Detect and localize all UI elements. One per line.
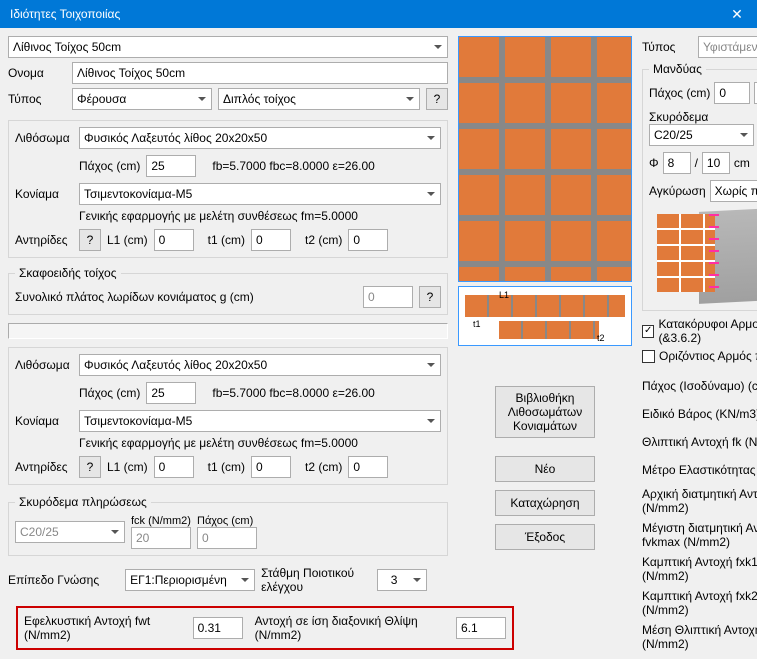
p9-label: Μέση Θλιπτική Αντοχή fm (N/mm2): [642, 623, 757, 651]
mortar-note-1: Γενικής εφαρμογής με μελέτη συνθέσεως fm…: [79, 209, 358, 223]
plan-L1-label: L1: [499, 290, 509, 300]
phi-label: Φ: [649, 156, 659, 170]
type-select[interactable]: [72, 88, 212, 110]
j-thk-input[interactable]: [714, 82, 750, 104]
quality-label: Στάθμη Ποιοτικού ελέγχου: [261, 566, 371, 594]
anchor-label: Αγκύρωση: [649, 184, 706, 198]
chk-horizontal-joint[interactable]: Οριζόντιος Αρμός πάχους >15 mm: [642, 349, 757, 363]
phi-input[interactable]: [663, 152, 691, 174]
strut-help-2[interactable]: ?: [79, 456, 101, 478]
t1-label-1: t1 (cm): [208, 233, 245, 247]
save-button[interactable]: Καταχώρηση: [495, 490, 595, 516]
l1-input-2[interactable]: [154, 456, 194, 478]
skaf-input: [363, 286, 413, 308]
l1-label-2: L1 (cm): [107, 460, 148, 474]
p5-label: Αρχική διατμητική Αντοχή fvk0 (N/mm2): [642, 487, 757, 515]
separator: [8, 323, 448, 339]
mortar-note-2: Γενικής εφαρμογής με μελέτη συνθέσεως fm…: [79, 436, 358, 450]
skaf-help[interactable]: ?: [419, 286, 441, 308]
name-input[interactable]: [72, 62, 448, 84]
strut-label-2: Αντηρίδες: [15, 460, 73, 474]
jacket-title: Μανδύας: [649, 62, 706, 76]
skaf-label: Συνολικό πλάτος λωρίδων κονιάματος g (cm…: [15, 290, 357, 304]
fwt-label: Εφελκυστική Αντοχή fwt (N/mm2): [24, 614, 181, 642]
fill-thk-input: [197, 527, 257, 549]
thick-label-2: Πάχος (cm): [79, 386, 140, 400]
quality-select[interactable]: [377, 569, 427, 591]
strut-label-1: Αντηρίδες: [15, 233, 73, 247]
thick-label-1: Πάχος (cm): [79, 159, 140, 173]
mortar-label-2: Κονίαμα: [15, 414, 73, 428]
lith-select-2[interactable]: [79, 354, 441, 376]
p7-label: Καμπτική Αντοχή fxk1 (N/mm2): [642, 555, 757, 583]
l1-label-1: L1 (cm): [107, 233, 148, 247]
help-wallmode-button[interactable]: ?: [426, 88, 448, 110]
p2-label: Ειδικό Βάρος (KN/m3): [642, 407, 757, 421]
fb-note-1: fb=5.7000 fbc=8.0000 ε=26.00: [212, 159, 375, 173]
title-bar: Ιδιότητες Τοιχοποιίας ✕: [0, 0, 757, 28]
l1-input-1[interactable]: [154, 229, 194, 251]
knowledge-label: Επίπεδο Γνώσης: [8, 573, 99, 587]
strut-help-1[interactable]: ?: [79, 229, 101, 251]
knowledge-select[interactable]: [125, 569, 255, 591]
window-title: Ιδιότητες Τοιχοποιίας: [10, 0, 120, 28]
r-type-label: Τύπος: [642, 40, 692, 54]
slash: /: [695, 156, 698, 170]
new-button[interactable]: Νέο: [495, 456, 595, 482]
type-label: Τύπος: [8, 92, 66, 106]
wallmode-select[interactable]: [218, 88, 420, 110]
j-conc-label: Σκυρόδεμα: [649, 110, 754, 124]
t2-input-1[interactable]: [348, 229, 388, 251]
skaf-title: Σκαφοειδής τοίχος: [15, 266, 121, 280]
cm-label: cm: [734, 156, 750, 170]
lith-label-2: Λιθόσωμα: [15, 358, 73, 372]
wall-select[interactable]: [8, 36, 448, 58]
j-conc-select[interactable]: [649, 124, 754, 146]
fb-note-2: fb=5.7000 fbc=8.0000 ε=26.00: [212, 386, 375, 400]
biax-label: Αντοχή σε ίση διαξονική Θλίψη (N/mm2): [255, 614, 444, 642]
fill-conc-select: [15, 521, 125, 543]
results-panel: Εφελκυστική Αντοχή fwt (N/mm2) Αντοχή σε…: [16, 606, 514, 650]
p8-label: Καμπτική Αντοχή fxk2 (N/mm2): [642, 589, 757, 617]
thick-input-1[interactable]: [146, 155, 196, 177]
fwt-input[interactable]: [193, 617, 243, 639]
fill-fck-label: fck (N/mm2): [131, 515, 191, 527]
j-thk-label: Πάχος (cm): [649, 86, 710, 100]
t2-label-1: t2 (cm): [305, 233, 342, 247]
lith-label: Λιθόσωμα: [15, 131, 73, 145]
plan-t1-label: t1: [473, 319, 481, 329]
fill-thk-label: Πάχος (cm): [197, 515, 257, 527]
t1-label-2: t1 (cm): [208, 460, 245, 474]
jacket-iso-diagram: [649, 204, 757, 304]
mortar-select-2[interactable]: [79, 410, 441, 432]
fill-fck-input: [131, 527, 191, 549]
name-label: Ονομα: [8, 66, 66, 80]
p1-label: Πάχος (Ισοδύναμο) (cm): [642, 379, 757, 393]
plan-t2-label: t2: [597, 333, 605, 343]
wall-plan-diagram: L1 t1 t2: [458, 286, 632, 346]
chk-vertical-joints[interactable]: ✓Κατακόρυφοι Αρμοί πλήρεις (&3.6.2): [642, 317, 757, 345]
t2-input-2[interactable]: [348, 456, 388, 478]
wall-elevation-diagram: [458, 36, 632, 282]
anchor-select[interactable]: [710, 180, 757, 202]
library-button[interactable]: Βιβλιοθήκη Λιθοσωμάτων Κονιαμάτων: [495, 386, 595, 438]
close-icon[interactable]: ✕: [717, 0, 757, 28]
biax-input[interactable]: [456, 617, 506, 639]
exit-button[interactable]: Έξοδος: [495, 524, 595, 550]
thick-input-2[interactable]: [146, 382, 196, 404]
t1-input-1[interactable]: [251, 229, 291, 251]
mortar-label-1: Κονίαμα: [15, 187, 73, 201]
lith-select-1[interactable]: [79, 127, 441, 149]
mortar-select-1[interactable]: [79, 183, 441, 205]
p3-label: Θλιπτική Αντοχή fk (N/mm2): [642, 435, 757, 449]
p4-label: Μέτρο Ελαστικότητας (GPa): [642, 463, 757, 477]
p6-label: Μέγιστη διατμητική Αντοχή fvkmax (N/mm2): [642, 521, 757, 549]
t1-input-2[interactable]: [251, 456, 291, 478]
r-type-select: [698, 36, 757, 58]
spacing-input[interactable]: [702, 152, 730, 174]
fill-title: Σκυρόδεμα πληρώσεως: [15, 495, 151, 509]
t2-label-2: t2 (cm): [305, 460, 342, 474]
